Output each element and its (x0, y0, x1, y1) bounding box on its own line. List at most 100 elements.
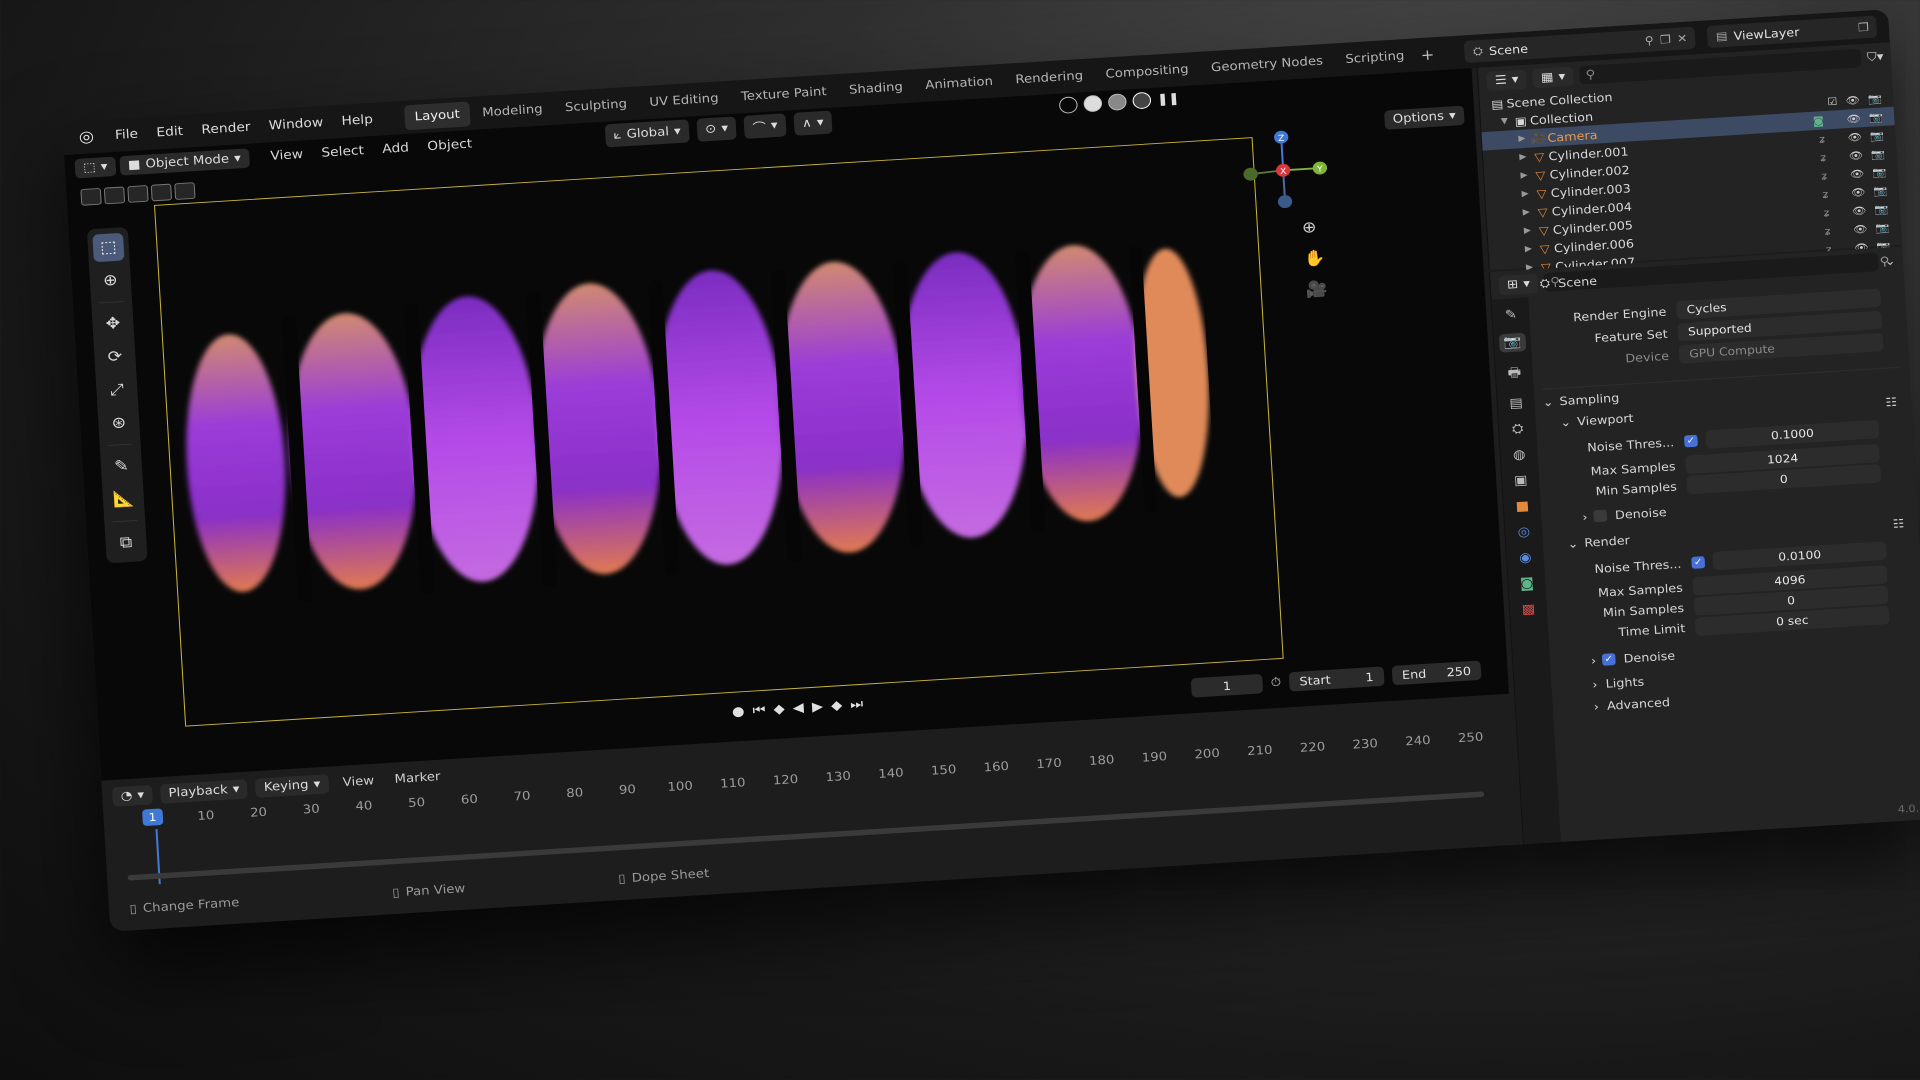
menu-edit[interactable]: Edit (147, 123, 193, 141)
menu-help[interactable]: Help (332, 111, 383, 129)
jump-end-icon[interactable]: ⏭ (850, 697, 864, 713)
select-new-icon[interactable] (80, 187, 102, 206)
playhead[interactable]: 1 (142, 808, 164, 827)
add-cube-icon[interactable]: ⧉ (110, 528, 142, 557)
expand-icon[interactable]: ▼ (1497, 117, 1512, 127)
scene-tab-icon[interactable]: ⛭ (1512, 421, 1524, 436)
tab-shading[interactable]: Shading (838, 74, 914, 103)
render-camera-icon[interactable]: 📷 (1875, 221, 1890, 234)
tool-tab-icon[interactable]: ✎ (1504, 307, 1517, 322)
duplicate-layer-icon[interactable]: ❐ (1857, 21, 1869, 35)
camera-view-icon[interactable]: 🎥 (1305, 280, 1328, 300)
display-mode[interactable]: ▦ ▾ (1532, 66, 1574, 88)
tab-layout[interactable]: Layout (403, 101, 471, 130)
tab-compositing[interactable]: Compositing (1095, 56, 1200, 87)
tab-geometry-nodes[interactable]: Geometry Nodes (1200, 48, 1334, 81)
world-tab-icon[interactable]: ◍ (1513, 447, 1526, 462)
expand-icon[interactable]: ▶ (1518, 189, 1533, 199)
advanced-panel-header[interactable]: › Advanced (1593, 695, 1670, 714)
3d-viewport[interactable]: ⬚ ▾ ■ Object Mode ▾ View Select Add Object… (63, 68, 1509, 781)
tab-texture-paint[interactable]: Texture Paint (730, 78, 837, 109)
next-keyframe-icon[interactable]: ◆ (831, 698, 843, 713)
tab-modeling[interactable]: Modeling (471, 96, 553, 126)
viewport-denoise-checkbox[interactable] (1593, 509, 1608, 523)
physics-tab-icon[interactable]: ◉ (1519, 550, 1532, 565)
eye-icon[interactable]: 👁 (1853, 222, 1868, 235)
select-invert-icon[interactable] (174, 182, 196, 200)
expand-icon[interactable]: ▶ (1516, 152, 1531, 163)
eye-icon[interactable]: 👁 (1850, 167, 1865, 180)
editor-type-button[interactable]: ⬚ ▾ (74, 156, 117, 178)
snap-toggle[interactable]: ⌒ ▾ (743, 113, 787, 139)
viewport-denoise-row[interactable]: › Denoise (1582, 505, 1667, 524)
outliner-editor-type[interactable]: ☰ ▾ (1486, 68, 1528, 91)
select-extend-icon[interactable] (103, 186, 126, 205)
eye-icon[interactable]: 👁 (1845, 94, 1860, 107)
eye-icon[interactable]: 👁 (1848, 149, 1863, 162)
scale-icon[interactable]: ⤢ (101, 375, 133, 404)
play-reverse-icon[interactable]: ◀ (792, 700, 804, 715)
render-camera-icon[interactable]: 📷 (1871, 147, 1886, 160)
end-frame-field[interactable]: End 250 (1391, 660, 1482, 686)
current-frame-field[interactable]: 1 (1190, 673, 1264, 698)
timeline-view-menu[interactable]: View (336, 774, 381, 791)
select-intersect-icon[interactable] (150, 183, 173, 202)
render-camera-icon[interactable]: 📷 (1869, 111, 1884, 124)
rotate-icon[interactable]: ⟳ (99, 342, 131, 371)
keying-menu[interactable]: Keying ▾ (255, 774, 330, 798)
material-shading-icon[interactable] (1107, 93, 1128, 111)
expand-icon[interactable]: ▶ (1517, 171, 1532, 181)
select-subtract-icon[interactable] (127, 185, 149, 203)
expand-icon[interactable]: ▶ (1521, 244, 1536, 255)
texture-tab-icon[interactable]: ▩ (1521, 602, 1535, 618)
stopwatch-icon[interactable]: ⏱ (1270, 676, 1281, 690)
jump-start-icon[interactable]: ⏮ (752, 703, 766, 719)
pause-render-icon[interactable]: ❚❚ (1157, 91, 1180, 106)
tab-uv-editing[interactable]: UV Editing (638, 85, 729, 115)
close-icon[interactable]: ✕ (1677, 32, 1688, 46)
collection-tab-icon[interactable]: ▣ (1514, 473, 1528, 489)
menu-select[interactable]: Select (312, 143, 374, 161)
presets-list-icon[interactable]: ☷ (1892, 516, 1904, 531)
timeline-editor-type-button[interactable]: ◔ ▾ (112, 785, 153, 807)
eye-icon[interactable]: 👁 (1852, 204, 1867, 217)
prev-keyframe-icon[interactable]: ◆ (773, 702, 785, 717)
render-camera-icon[interactable]: 📷 (1870, 129, 1885, 142)
tab-scripting[interactable]: Scripting (1334, 43, 1415, 73)
render-camera-icon[interactable]: 📷 (1872, 166, 1887, 179)
lights-panel-header[interactable]: › Lights (1592, 674, 1645, 691)
start-frame-field[interactable]: Start 1 (1288, 666, 1385, 692)
play-icon[interactable]: ▶ (812, 699, 824, 714)
duplicate-icon[interactable]: ❐ (1660, 33, 1672, 47)
render-tab-icon[interactable]: 📷 (1499, 332, 1527, 353)
render-camera-icon[interactable]: 📷 (1873, 184, 1888, 197)
render-denoise-checkbox[interactable]: ✓ (1601, 653, 1616, 666)
mode-selector[interactable]: ■ Object Mode ▾ (119, 147, 250, 176)
expand-icon[interactable]: ▶ (1520, 226, 1535, 236)
view-layer-selector[interactable]: ▤ ViewLayer ❐ (1707, 15, 1878, 49)
pin-icon[interactable]: ⚲ (1644, 34, 1654, 47)
modifier-tab-icon[interactable]: ◎ (1517, 524, 1530, 539)
select-box-icon[interactable]: ⬚ (92, 232, 125, 263)
playback-menu[interactable]: Playback ▾ (159, 779, 249, 804)
render-camera-icon[interactable]: 📷 (1874, 203, 1889, 216)
output-tab-icon[interactable]: 🖶 (1507, 362, 1522, 385)
pin-icon[interactable]: ⚲ (1879, 255, 1890, 269)
menu-render[interactable]: Render (192, 119, 260, 138)
proportional-toggle[interactable]: ∧ ▾ (793, 110, 833, 136)
render-denoise-row[interactable]: › ✓ Denoise (1591, 648, 1676, 667)
filter-icon[interactable]: ⛉▾ (1866, 50, 1883, 65)
options-button[interactable]: Options ▾ (1384, 105, 1465, 130)
eye-icon[interactable]: 👁 (1847, 130, 1862, 143)
presets-list-icon[interactable]: ☷ (1885, 395, 1897, 410)
eye-icon[interactable]: 👁 (1846, 112, 1861, 125)
checkbox-icon[interactable]: ☑ (1827, 95, 1838, 108)
tab-animation[interactable]: Animation (914, 68, 1003, 98)
tab-rendering[interactable]: Rendering (1004, 63, 1094, 93)
expand-icon[interactable]: ▶ (1519, 208, 1534, 218)
properties-editor-type[interactable]: ⊞ ▾ (1498, 273, 1539, 295)
object-tab-icon[interactable]: ■ (1515, 499, 1529, 515)
cursor-icon[interactable]: ⊕ (94, 266, 126, 295)
record-icon[interactable]: ● (732, 704, 745, 719)
expand-icon[interactable]: ▶ (1514, 134, 1529, 144)
